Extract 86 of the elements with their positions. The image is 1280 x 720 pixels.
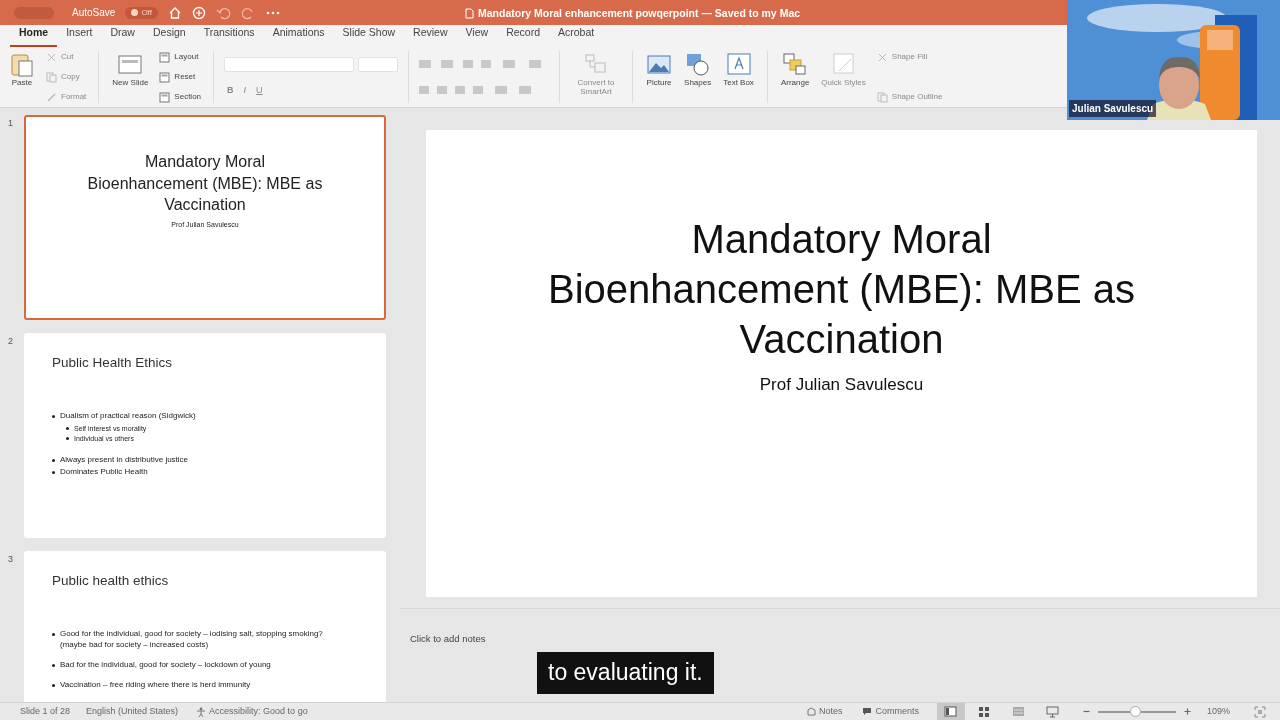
bullet-text: Good for the individual, good for society – iodising salt, stopping smoking? (maybe bad for society – increased costs) bbox=[60, 629, 324, 651]
ribbon-tab[interactable]: View bbox=[456, 25, 498, 47]
participant-name: Julian Savulescu bbox=[1069, 100, 1157, 117]
save-icon[interactable] bbox=[191, 5, 206, 20]
slide-subtitle[interactable]: Prof Julian Savulescu bbox=[759, 372, 924, 398]
zoom-percentage[interactable]: 109% bbox=[1206, 704, 1230, 719]
ribbon-button[interactable]: Arrange bbox=[777, 51, 813, 88]
ribbon-tab[interactable]: Transitions bbox=[194, 25, 264, 47]
ribbon-button[interactable]: Paste bbox=[6, 51, 38, 88]
accessibility-button[interactable]: Accessibility: Good to go bbox=[194, 704, 310, 719]
autosave-label: AutoSave bbox=[72, 6, 116, 20]
view-button[interactable] bbox=[936, 703, 965, 720]
notes-icon bbox=[806, 707, 816, 716]
ribbon-button[interactable]: Shapes bbox=[681, 51, 715, 88]
comments-button[interactable]: Comments bbox=[860, 704, 921, 719]
bullet-icon bbox=[52, 458, 55, 462]
document-icon bbox=[465, 8, 474, 20]
notes-field[interactable]: Click to add notes bbox=[410, 633, 486, 644]
bullet-icon bbox=[66, 426, 69, 430]
ribbon-icon bbox=[46, 51, 57, 63]
bullet-icon bbox=[52, 471, 55, 475]
ribbon-icon bbox=[876, 51, 888, 63]
bullet-icon bbox=[52, 633, 55, 637]
thumbnail-title: Mandatory Moral Bioenhancement (MBE): MBE as Vaccination bbox=[86, 152, 324, 216]
ribbon-button[interactable]: Layout bbox=[157, 51, 204, 63]
person-icon bbox=[196, 706, 207, 717]
slider-thumb[interactable] bbox=[1130, 705, 1142, 717]
caption-text: to evaluating it. bbox=[537, 652, 714, 694]
more-icon[interactable] bbox=[265, 9, 280, 16]
slide-thumbnail[interactable] bbox=[24, 551, 386, 702]
ribbon-button[interactable]: Reset bbox=[157, 71, 204, 83]
ribbon-icon bbox=[159, 91, 171, 103]
zoom-out-icon[interactable] bbox=[1082, 708, 1090, 715]
ribbon-icon bbox=[159, 51, 171, 63]
clipboard-icon bbox=[9, 51, 35, 77]
shapes-icon bbox=[684, 51, 711, 77]
slide-title[interactable]: Mandatory Moral Bioenhancement (MBE): MBE as Vaccination bbox=[548, 214, 1135, 364]
window-title: Mandatory Moral enhancement powqerpoint — Saved to my Mac bbox=[478, 6, 801, 21]
slide-canvas[interactable]: Mandatory Moral Bioenhancement (MBE): MBE as Vaccination Prof Julian Savulescu bbox=[426, 130, 1257, 597]
bullet-text: Always present in distributive justice bbox=[60, 454, 189, 466]
ribbon-button[interactable]: Picture bbox=[643, 51, 676, 88]
zoom-in-icon[interactable] bbox=[1183, 708, 1191, 715]
presenter-icon bbox=[1046, 705, 1060, 718]
fit-window-icon[interactable] bbox=[1254, 705, 1266, 718]
thumbnail-title: Public health ethics bbox=[52, 572, 170, 590]
font-size-field[interactable] bbox=[358, 56, 399, 72]
home-icon[interactable] bbox=[167, 5, 182, 20]
ribbon-tab[interactable]: Record bbox=[497, 25, 549, 47]
font-name-field[interactable] bbox=[224, 56, 355, 72]
bullet-icon bbox=[52, 684, 55, 688]
ribbon-tab[interactable]: Draw bbox=[101, 25, 144, 47]
styles-icon bbox=[830, 51, 857, 77]
ribbon-tab[interactable]: Slide Show bbox=[333, 25, 405, 47]
ribbon-tab[interactable]: Acrobat bbox=[549, 25, 604, 47]
notes-button[interactable]: Notes bbox=[804, 704, 845, 719]
bullet-icon bbox=[52, 415, 55, 419]
slide-position: Slide 1 of 28 bbox=[20, 704, 71, 718]
bullet-icon bbox=[52, 664, 55, 668]
normal-view-icon bbox=[944, 705, 958, 718]
ribbon-icon bbox=[46, 91, 57, 103]
ribbon-button[interactable]: Text Box bbox=[720, 51, 757, 88]
comment-icon bbox=[862, 707, 873, 716]
ribbon-icon bbox=[876, 91, 888, 103]
language-indicator[interactable]: English (United States) bbox=[86, 704, 179, 719]
thumbnail-title: Public Health Ethics bbox=[52, 354, 174, 372]
window-controls[interactable] bbox=[14, 6, 54, 19]
bullet-icon bbox=[66, 437, 69, 441]
ribbon-button[interactable]: Section bbox=[157, 91, 204, 103]
ribbon-tab[interactable]: Insert bbox=[57, 25, 102, 47]
bullet-text: Bad for the individual, good for society – lockdown of young bbox=[60, 660, 271, 671]
ribbon-tab[interactable]: Animations bbox=[263, 25, 334, 47]
ribbon-icon bbox=[46, 71, 57, 83]
bullet-text: Vaccination – free riding where there is herd immunity bbox=[60, 680, 251, 691]
ribbon-tab[interactable]: Review bbox=[404, 25, 457, 47]
slide-number: 2 bbox=[7, 335, 14, 348]
undo-icon[interactable] bbox=[215, 5, 232, 20]
arrange-icon bbox=[782, 51, 809, 77]
ribbon-tab[interactable]: Design bbox=[143, 25, 195, 47]
grid-view-icon bbox=[978, 705, 992, 718]
ribbon-button[interactable]: New Slide bbox=[109, 51, 152, 88]
slide-number: 3 bbox=[7, 553, 14, 566]
bullet-text: Dominates Public Health bbox=[60, 467, 148, 478]
text-box-icon bbox=[725, 51, 752, 77]
bullet-text: Dualism of practical reason (Sidgwick) bbox=[60, 411, 196, 422]
slide-number: 1 bbox=[7, 117, 14, 130]
ribbon-icon bbox=[159, 71, 171, 83]
